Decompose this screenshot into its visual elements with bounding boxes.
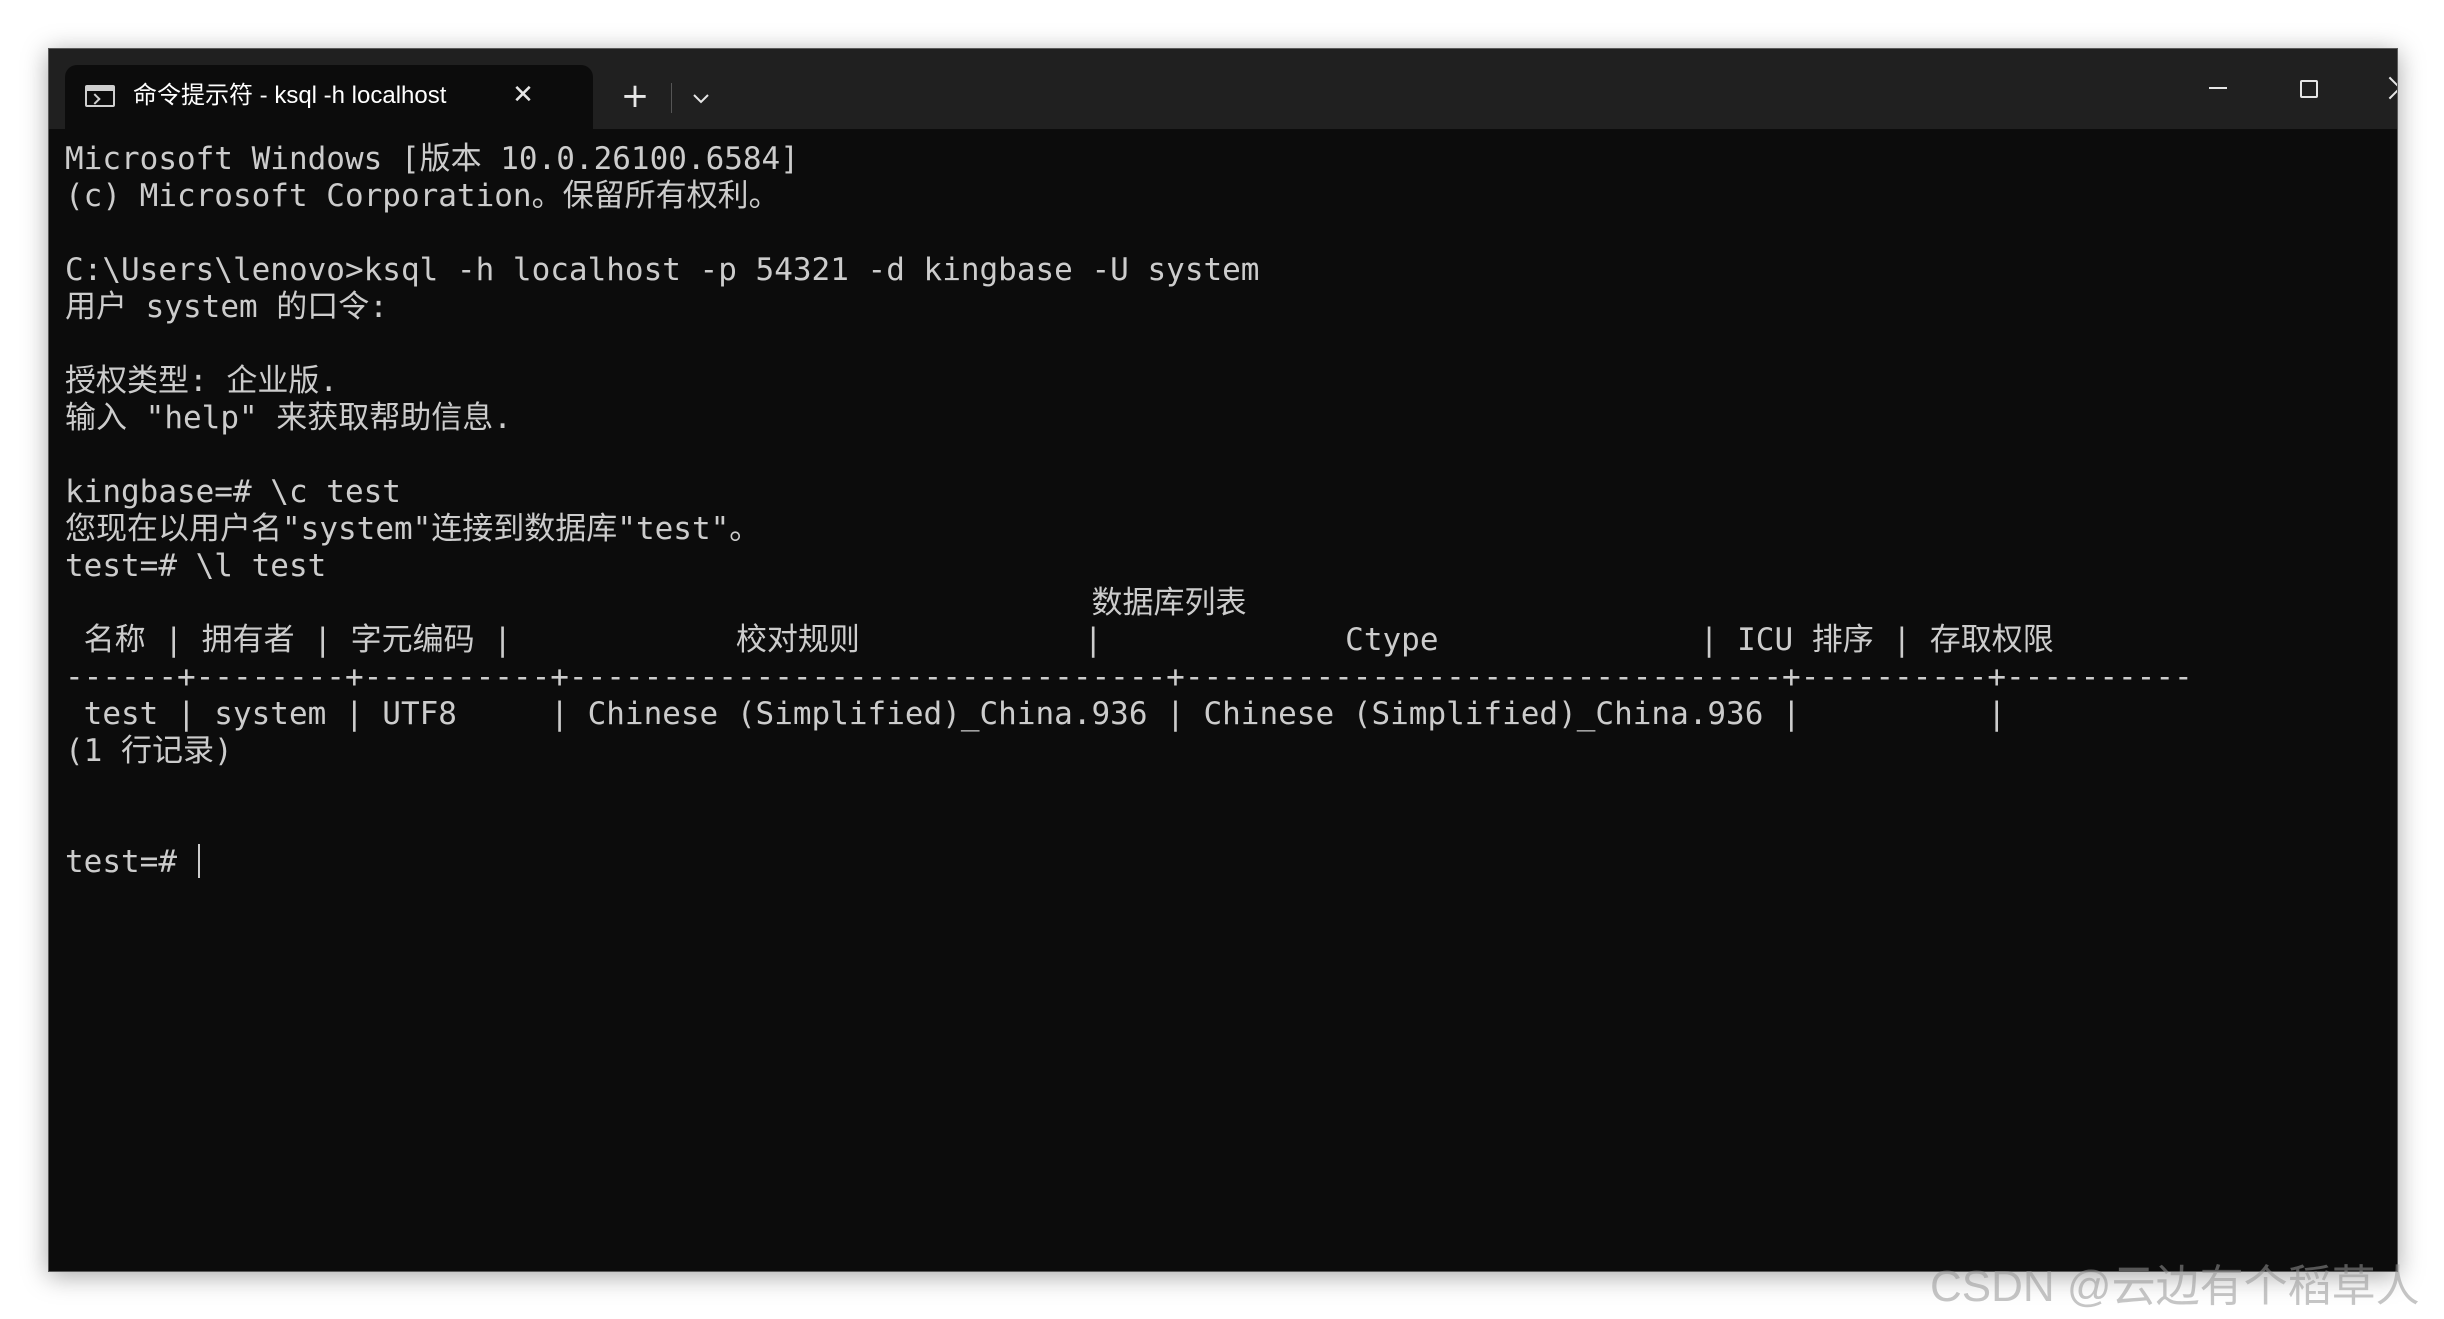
title-bar[interactable]: 命令提示符 - ksql -h localhost ✕ + bbox=[49, 49, 2397, 129]
terminal-line: C:\Users\lenovo>ksql -h localhost -p 543… bbox=[65, 252, 1260, 288]
prompt-text: test=# bbox=[65, 844, 196, 880]
terminal-line: 数据库列表 bbox=[65, 585, 1247, 621]
tab-command-prompt[interactable]: 命令提示符 - ksql -h localhost ✕ bbox=[65, 65, 593, 129]
close-window-button[interactable] bbox=[2353, 49, 2397, 129]
close-tab-button[interactable]: ✕ bbox=[503, 75, 543, 115]
terminal-line: 输入 "help" 来获取帮助信息. bbox=[65, 400, 512, 436]
maximize-icon bbox=[2300, 80, 2318, 98]
terminal-window: 命令提示符 - ksql -h localhost ✕ + Microsoft … bbox=[48, 48, 2398, 1272]
minimize-icon bbox=[2209, 87, 2227, 89]
terminal-line: ------+--------+----------+-------------… bbox=[65, 659, 2193, 695]
text-cursor bbox=[197, 844, 200, 878]
tab-dropdown-button[interactable] bbox=[677, 71, 725, 123]
watermark: CSDN @云边有个稻草人 bbox=[1930, 1262, 2420, 1311]
terminal-line: test | system | UTF8 | Chinese (Simplifi… bbox=[65, 696, 2007, 732]
terminal-line: 用户 system 的口令: bbox=[65, 289, 388, 325]
tab-divider bbox=[671, 83, 672, 113]
new-tab-button[interactable]: + bbox=[609, 71, 661, 123]
terminal-line: 您现在以用户名"system"连接到数据库"test"。 bbox=[65, 511, 761, 547]
prompt-line[interactable]: test=# bbox=[65, 844, 2385, 881]
maximize-button[interactable] bbox=[2263, 49, 2355, 129]
terminal-line: test=# \l test bbox=[65, 548, 327, 584]
terminal-icon bbox=[85, 85, 115, 107]
terminal-line: kingbase=# \c test bbox=[65, 474, 401, 510]
terminal-line: 授权类型: 企业版. bbox=[65, 363, 338, 399]
terminal-output[interactable]: Microsoft Windows [版本 10.0.26100.6584] (c… bbox=[65, 141, 2385, 1251]
terminal-line: (1 行记录) bbox=[65, 733, 233, 769]
terminal-line: Microsoft Windows [版本 10.0.26100.6584] bbox=[65, 141, 799, 177]
terminal-line: 名称 | 拥有者 | 字元编码 | 校对规则 | Ctype | ICU 排序 … bbox=[65, 622, 2054, 658]
minimize-button[interactable] bbox=[2171, 49, 2263, 129]
close-icon bbox=[2385, 73, 2397, 103]
chevron-down-icon bbox=[693, 94, 709, 104]
terminal-line: (c) Microsoft Corporation。保留所有权利。 bbox=[65, 178, 780, 214]
tab-title: 命令提示符 - ksql -h localhost bbox=[133, 82, 447, 109]
